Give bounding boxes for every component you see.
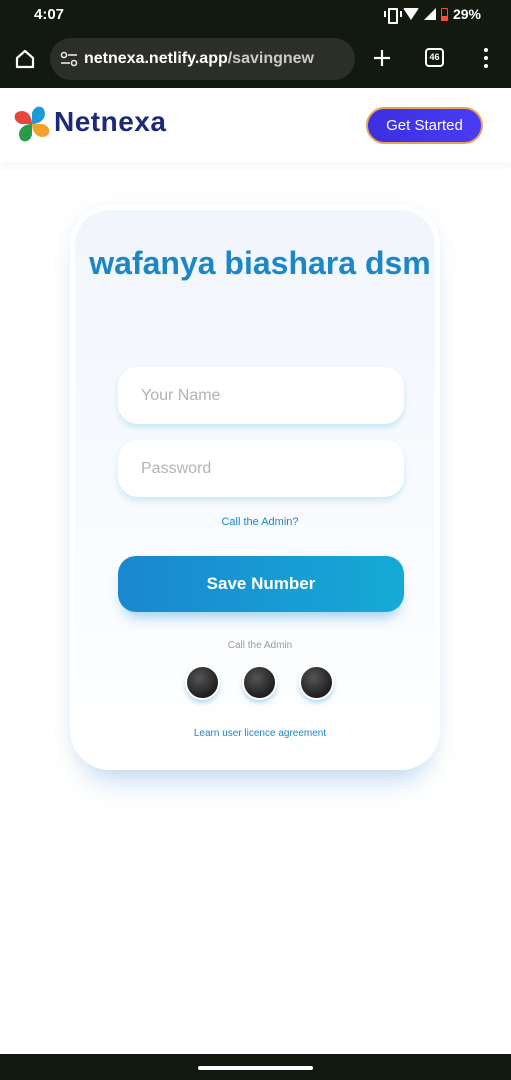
status-bar: 4:07 29% <box>0 0 511 30</box>
plus-icon[interactable] <box>372 48 392 68</box>
home-icon[interactable] <box>14 48 36 70</box>
site-header: Netnexa Get Started <box>0 88 511 162</box>
card-title: wafanya biashara dsm <box>89 245 431 281</box>
url-path: /savingnew <box>227 50 314 67</box>
name-input[interactable]: Your Name <box>118 367 404 424</box>
call-admin-label: Call the Admin <box>227 640 293 651</box>
contact-buttons <box>185 665 335 701</box>
battery-icon <box>440 7 448 21</box>
contact-button-1[interactable] <box>185 665 220 700</box>
password-input[interactable]: Password <box>118 440 404 497</box>
status-time: 4:07 <box>34 6 65 23</box>
call-admin-link[interactable]: Call the Admin? <box>75 516 445 528</box>
logo-icon[interactable] <box>13 105 51 143</box>
home-indicator[interactable] <box>198 1066 313 1070</box>
licence-agreement-link[interactable]: Learn user licence agreement <box>75 728 445 739</box>
logo-text[interactable]: Netnexa <box>54 106 166 138</box>
save-number-button[interactable]: Save Number <box>118 556 404 612</box>
site-info-icon[interactable] <box>60 51 78 67</box>
address-bar[interactable]: netnexa.netlify.app/savingnew <box>50 38 355 80</box>
gesture-nav-bar <box>0 1054 511 1080</box>
signal-icon <box>423 8 436 20</box>
browser-toolbar: netnexa.netlify.app/savingnew 46 <box>0 30 511 88</box>
url-host: netnexa.netlify.app <box>84 50 228 67</box>
vibrate-icon <box>383 8 402 24</box>
battery-percent: 29% <box>452 6 481 22</box>
tabs-icon[interactable]: 46 <box>425 48 444 67</box>
form-card-wrapper: wafanya biashara dsm Your Name Password … <box>70 205 440 770</box>
contact-button-3[interactable] <box>299 665 334 700</box>
contact-button-2[interactable] <box>242 665 277 700</box>
status-icons: 29% <box>383 6 481 24</box>
url-text: netnexa.netlify.app/savingnew <box>84 50 314 68</box>
form-card: wafanya biashara dsm Your Name Password … <box>70 205 440 770</box>
wifi-icon <box>402 8 419 20</box>
more-vert-icon[interactable] <box>478 48 494 68</box>
get-started-button[interactable]: Get Started <box>366 107 483 144</box>
